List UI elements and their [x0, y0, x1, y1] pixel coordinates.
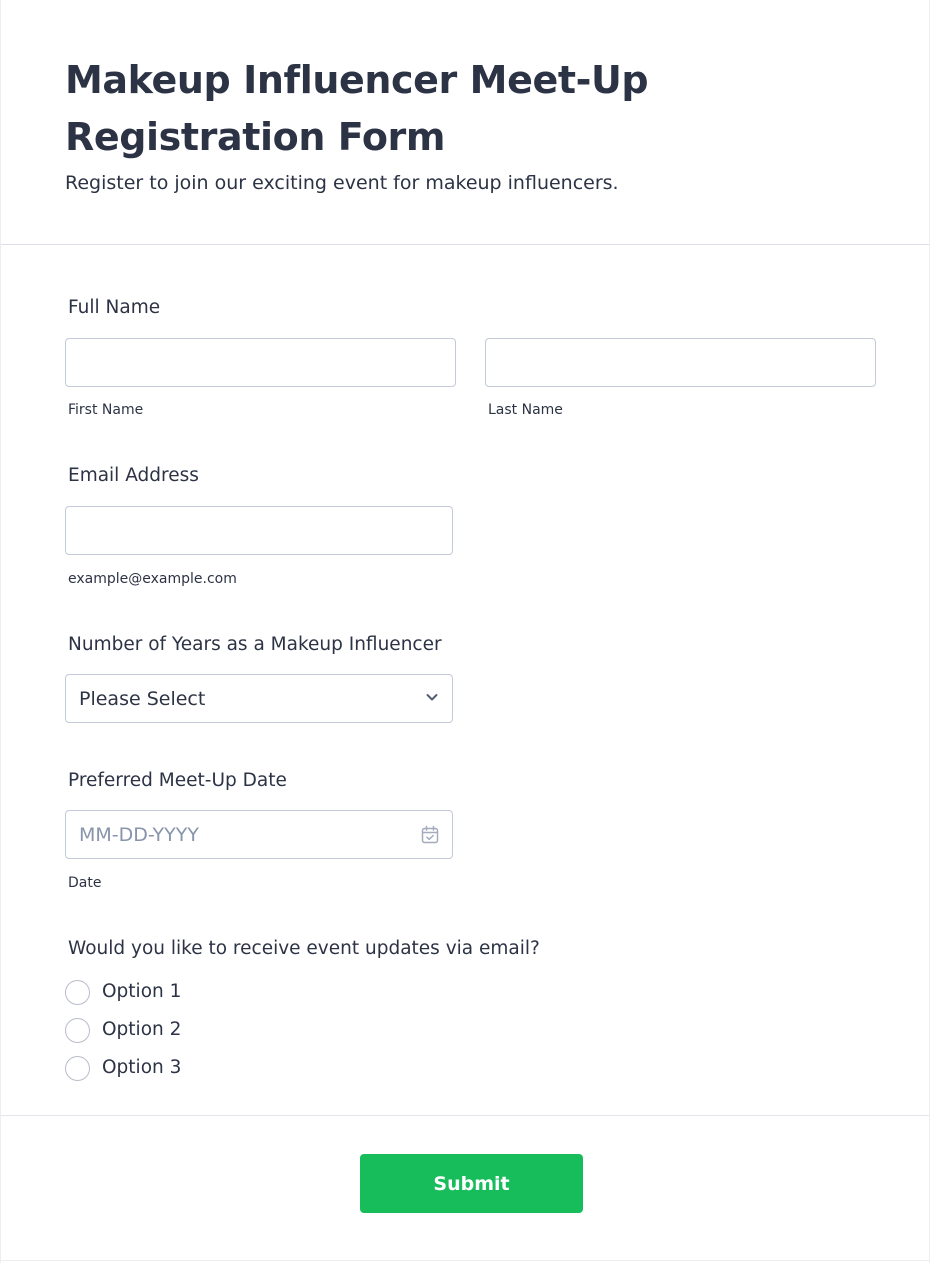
updates-label: Would you like to receive event updates …	[68, 938, 540, 959]
chevron-down-icon	[426, 694, 438, 701]
calendar-icon[interactable]	[420, 825, 440, 845]
last-name-input[interactable]	[485, 338, 876, 387]
email-input[interactable]	[65, 506, 453, 555]
radio-option-2[interactable]: Option 2	[65, 1017, 181, 1043]
full-name-label: Full Name	[68, 297, 161, 318]
bottom-divider	[1, 1260, 929, 1261]
radio-option-label: Option 2	[102, 1019, 182, 1040]
radio-option-label: Option 1	[102, 981, 182, 1002]
radio-button[interactable]	[65, 1017, 90, 1043]
email-sublabel: example@example.com	[68, 571, 237, 587]
email-label: Email Address	[68, 465, 199, 486]
years-label: Number of Years as a Makeup Influencer	[68, 634, 442, 655]
date-sublabel: Date	[68, 875, 102, 891]
radio-button[interactable]	[65, 1055, 90, 1081]
footer-divider	[1, 1115, 929, 1116]
submit-button[interactable]: Submit	[360, 1154, 583, 1213]
last-name-sublabel: Last Name	[488, 402, 563, 418]
date-placeholder: MM-DD-YYYY	[79, 824, 199, 846]
radio-option-3[interactable]: Option 3	[65, 1055, 181, 1081]
radio-button[interactable]	[65, 979, 90, 1005]
years-select[interactable]: Please Select	[65, 674, 453, 723]
first-name-sublabel: First Name	[68, 402, 144, 418]
form-header: Makeup Influencer Meet-Up Registration F…	[1, 0, 929, 245]
date-input[interactable]: MM-DD-YYYY	[65, 810, 453, 859]
first-name-input[interactable]	[65, 338, 456, 387]
date-label: Preferred Meet-Up Date	[68, 770, 287, 791]
form-subtitle: Register to join our exciting event for …	[65, 172, 619, 194]
radio-option-1[interactable]: Option 1	[65, 979, 181, 1005]
form-page: Makeup Influencer Meet-Up Registration F…	[0, 0, 930, 1263]
years-selected-value: Please Select	[79, 688, 206, 710]
radio-option-label: Option 3	[102, 1057, 182, 1078]
form-title: Makeup Influencer Meet-Up Registration F…	[65, 58, 649, 159]
